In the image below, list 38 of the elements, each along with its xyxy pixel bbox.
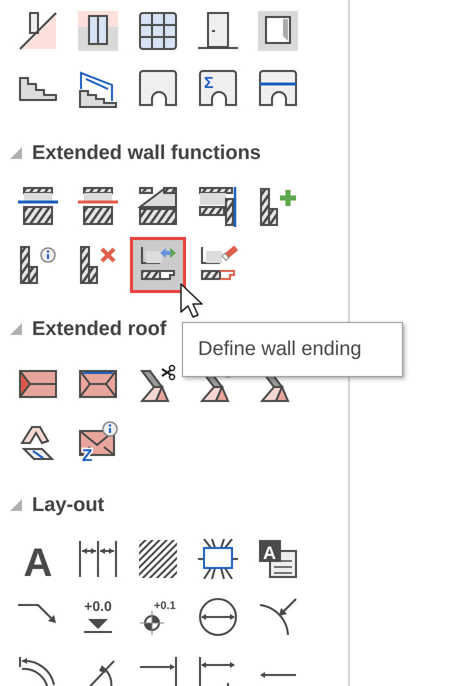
hatch-icon bbox=[138, 539, 178, 579]
frame-icon bbox=[198, 539, 238, 579]
wall-slope-icon bbox=[18, 11, 58, 51]
grid-window-icon bbox=[138, 11, 178, 51]
tooltip: Define wall ending bbox=[182, 322, 403, 377]
tool-button[interactable]: Σ bbox=[190, 61, 246, 117]
dimension-end-icon bbox=[138, 655, 178, 686]
door-icon bbox=[198, 11, 238, 51]
arch-opening-icon bbox=[138, 69, 178, 109]
wall-info-icon bbox=[18, 245, 58, 285]
section-heading: Extended roof bbox=[32, 318, 166, 340]
mouse-cursor-icon bbox=[180, 283, 204, 319]
section-heading: Extended wall functions bbox=[32, 142, 261, 164]
tool-button[interactable]: +0.0 bbox=[70, 589, 126, 645]
wall-line-icon bbox=[18, 187, 58, 227]
tool-button[interactable]: A bbox=[250, 531, 306, 587]
radius-icon bbox=[258, 597, 298, 637]
tool-button[interactable] bbox=[130, 237, 186, 293]
wall-notch-icon bbox=[138, 187, 178, 227]
dimension-icon bbox=[78, 539, 118, 579]
text-icon: A bbox=[18, 539, 58, 579]
niche-icon bbox=[258, 11, 298, 51]
stairs-icon bbox=[18, 76, 58, 102]
window-icon bbox=[78, 11, 118, 51]
wall-corner-icon bbox=[198, 187, 238, 227]
roof-cut-icon bbox=[138, 363, 178, 403]
arc-angle-icon bbox=[18, 655, 58, 686]
diameter-icon bbox=[198, 597, 238, 637]
tool-button[interactable]: A bbox=[10, 531, 66, 587]
arch-line-icon bbox=[258, 69, 298, 109]
wall-add-icon bbox=[258, 187, 298, 227]
arch-sum-icon: Σ bbox=[198, 69, 238, 109]
tool-button[interactable]: +0.1 bbox=[130, 589, 186, 645]
wall-line-icon bbox=[78, 187, 118, 227]
arrow-left-icon bbox=[258, 669, 298, 681]
stairs-railing-icon bbox=[78, 69, 118, 109]
section-heading: Lay-out bbox=[32, 494, 104, 516]
wall-delete-icon bbox=[78, 245, 118, 285]
